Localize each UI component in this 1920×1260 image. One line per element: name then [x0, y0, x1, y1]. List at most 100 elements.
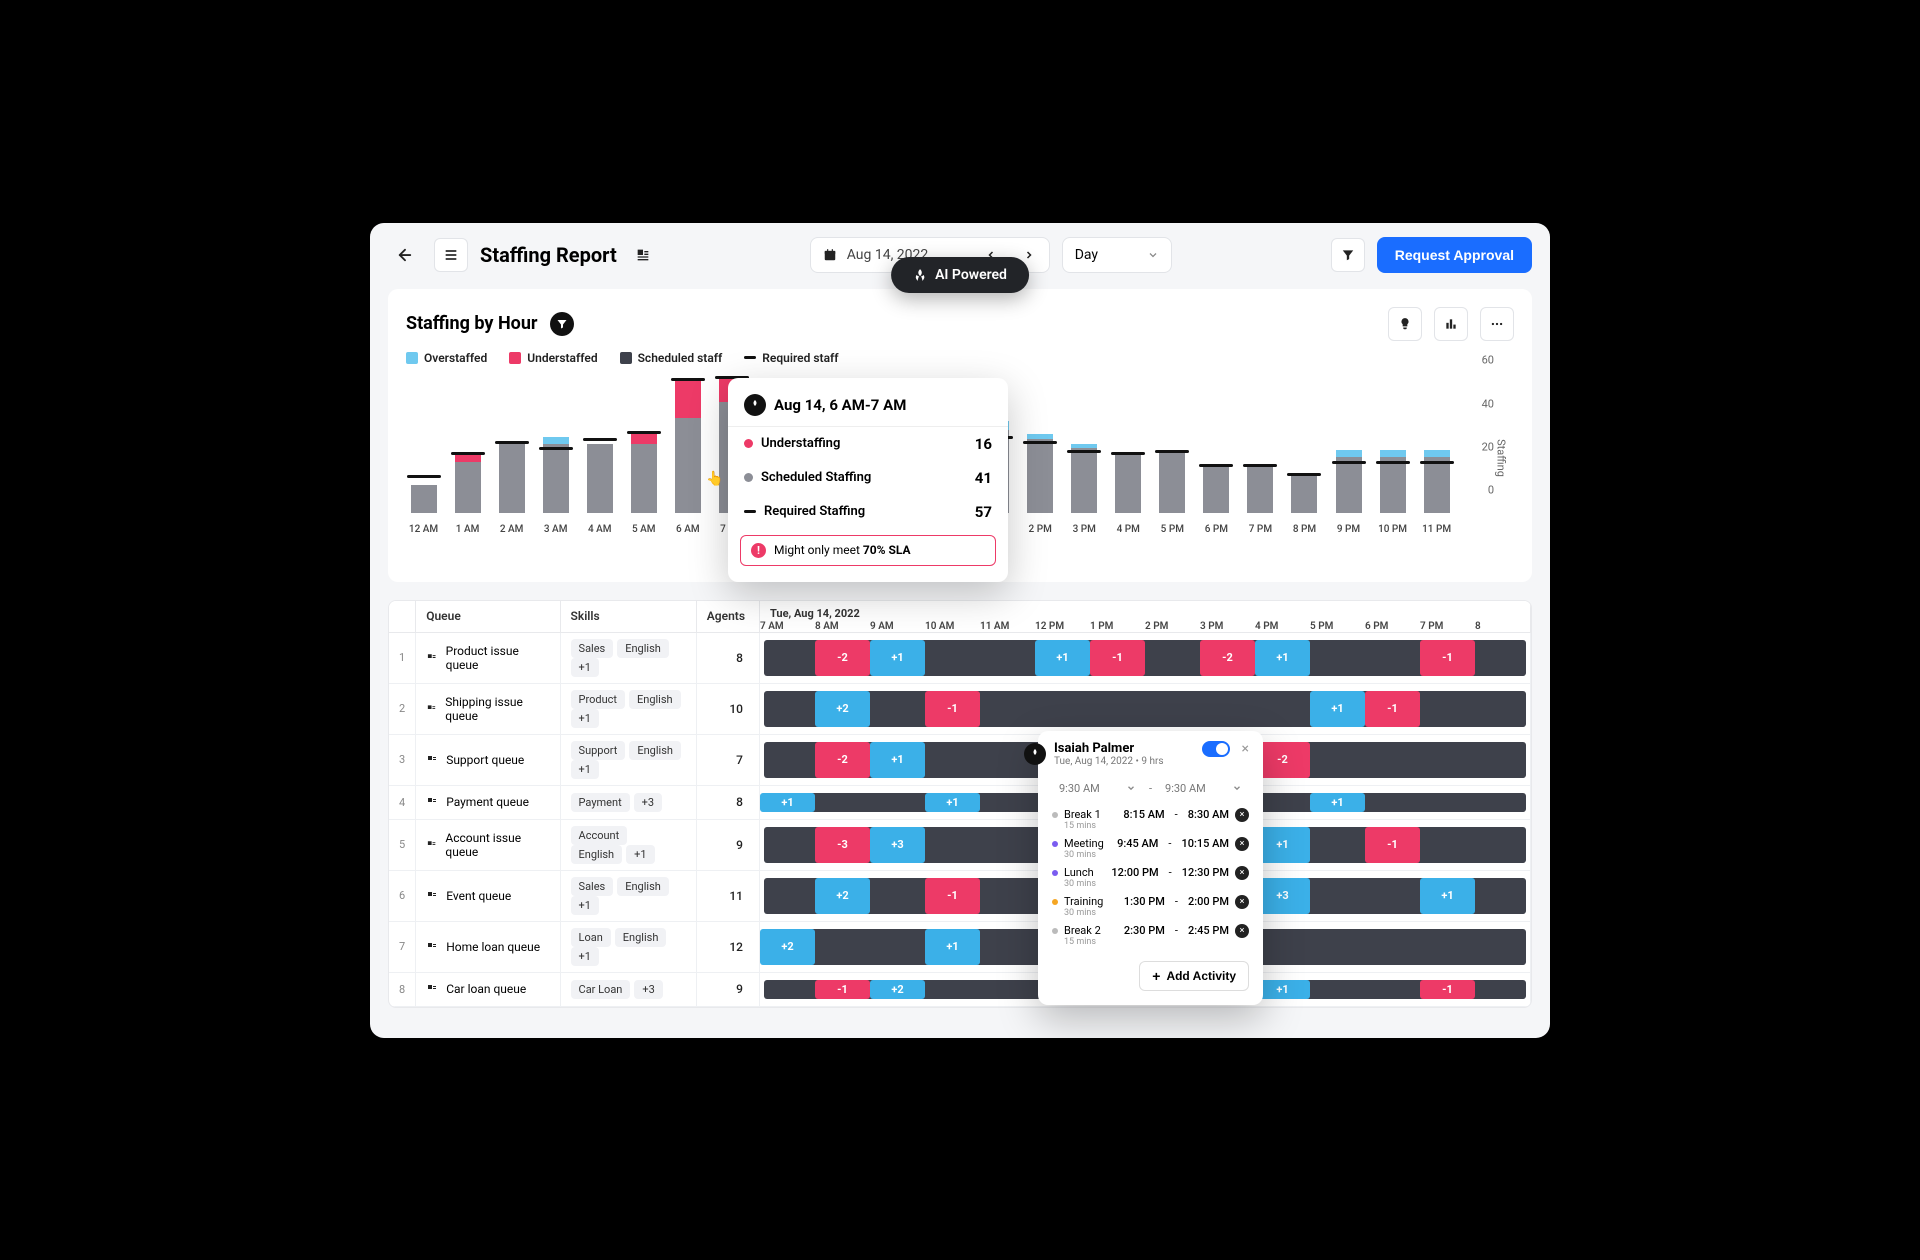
bar-18[interactable]	[1199, 467, 1234, 513]
timeline-pill[interactable]: -1	[925, 878, 980, 914]
delete-activity-icon[interactable]: ×	[1235, 895, 1249, 909]
bar-23[interactable]	[1419, 450, 1454, 512]
close-icon[interactable]: ×	[1242, 741, 1249, 757]
request-approval-button[interactable]: Request Approval	[1377, 237, 1532, 273]
bar-21[interactable]	[1331, 450, 1366, 512]
bar-4[interactable]	[582, 444, 617, 513]
timeline-pill[interactable]: -2	[1200, 640, 1255, 676]
timeline-pill[interactable]: +1	[1255, 640, 1310, 676]
row-number: 7	[389, 921, 416, 972]
x-label: 9 PM	[1331, 524, 1366, 535]
leaf-icon	[1024, 743, 1046, 765]
chart-filter-icon[interactable]	[550, 312, 574, 336]
timeline-pill[interactable]: -1	[1090, 640, 1145, 676]
x-label: 4 AM	[582, 524, 617, 535]
queue-cell[interactable]: Payment queue	[416, 785, 560, 819]
timeline-pill[interactable]: +3	[870, 827, 925, 863]
queue-cell[interactable]: Home loan queue	[416, 921, 560, 972]
activity-start[interactable]: 9:45 AM	[1117, 837, 1158, 850]
row-number: 2	[389, 683, 416, 734]
timeline-pill[interactable]: +1	[1255, 980, 1310, 999]
timeline-pill[interactable]: -1	[1420, 980, 1475, 999]
activity-end[interactable]: 2:45 PM	[1188, 924, 1229, 937]
timeline-pill[interactable]: +1	[1310, 793, 1365, 812]
timeline-pill[interactable]: +1	[1035, 640, 1090, 676]
menu-button[interactable]	[434, 238, 468, 272]
timeline-pill[interactable]: +2	[815, 691, 870, 727]
bar-17[interactable]	[1155, 453, 1190, 513]
timeline-pill[interactable]: -2	[815, 640, 870, 676]
queue-cell[interactable]: Account issue queue	[416, 819, 560, 870]
timeline-pill[interactable]: -1	[1365, 691, 1420, 727]
chart-legend: Overstaffed Understaffed Scheduled staff…	[406, 351, 1514, 365]
timeline-pill[interactable]: +2	[870, 980, 925, 999]
delete-activity-icon[interactable]: ×	[1235, 924, 1249, 938]
bar-6[interactable]	[670, 381, 705, 512]
delete-activity-icon[interactable]: ×	[1235, 866, 1249, 880]
timeline-cell[interactable]: +2-1+1-1	[760, 683, 1531, 734]
timeline-pill[interactable]: +1	[925, 929, 980, 965]
bar-0[interactable]	[406, 485, 441, 513]
queue-cell[interactable]: Event queue	[416, 870, 560, 921]
timeline-pill[interactable]: +2	[815, 878, 870, 914]
bar-5[interactable]	[626, 434, 661, 512]
queue-cell[interactable]: Product issue queue	[416, 632, 560, 683]
timeline-pill[interactable]: -1	[1365, 827, 1420, 863]
timeline-pill[interactable]: -1	[1420, 640, 1475, 676]
filter-button[interactable]	[1331, 238, 1365, 272]
timeline-pill[interactable]: -2	[1255, 742, 1310, 778]
add-activity-button[interactable]: +Add Activity	[1139, 961, 1249, 991]
legend-overstaffed: Overstaffed	[406, 351, 487, 365]
bar-1[interactable]	[450, 455, 485, 512]
activity-end[interactable]: 12:30 PM	[1182, 866, 1229, 879]
activity-start[interactable]: 8:15 AM	[1123, 808, 1164, 821]
delete-activity-icon[interactable]: ×	[1235, 808, 1249, 822]
bar-14[interactable]	[1023, 434, 1058, 512]
bar-2[interactable]	[494, 444, 529, 513]
insights-button[interactable]	[1388, 307, 1422, 341]
chart-type-button[interactable]	[1434, 307, 1468, 341]
timeline-pill[interactable]: -2	[815, 742, 870, 778]
delete-activity-icon[interactable]: ×	[1235, 837, 1249, 851]
timeline-pill[interactable]: -1	[815, 980, 870, 999]
y-axis-label: Staffing	[1495, 439, 1508, 477]
shift-start-select[interactable]: 9:30 AM	[1052, 777, 1143, 800]
agent-toggle[interactable]	[1202, 741, 1230, 757]
queue-cell[interactable]: Car loan queue	[416, 972, 560, 1006]
timeline-pill[interactable]: +1	[1310, 691, 1365, 727]
timeline-pill[interactable]: -3	[815, 827, 870, 863]
timeline-pill[interactable]: +1	[870, 640, 925, 676]
bar-20[interactable]	[1287, 476, 1322, 513]
timeline-pill[interactable]: +1	[1420, 878, 1475, 914]
bar-3[interactable]	[538, 437, 573, 513]
timeline-pill[interactable]: +1	[870, 742, 925, 778]
back-button[interactable]	[388, 238, 422, 272]
timeline-pill[interactable]: -1	[925, 691, 980, 727]
activity-end[interactable]: 8:30 AM	[1188, 808, 1229, 821]
timeline-pill[interactable]: +1	[1255, 827, 1310, 863]
timeline-pill[interactable]: +3	[1255, 878, 1310, 914]
timeline-pill[interactable]: +2	[760, 929, 815, 965]
timeline-cell[interactable]: -2+1+1-1-2+1-1	[760, 632, 1531, 683]
bar-19[interactable]	[1243, 467, 1278, 513]
queue-cell[interactable]: Support queue	[416, 734, 560, 785]
timeline-pill[interactable]: +1	[925, 793, 980, 812]
skill-pill: English	[617, 877, 669, 896]
legend-scheduled: Scheduled staff	[620, 351, 723, 365]
activity-start[interactable]: 1:30 PM	[1124, 895, 1165, 908]
chart-tooltip: Aug 14, 6 AM-7 AM Understaffing16Schedul…	[728, 378, 1008, 582]
granularity-select[interactable]: Day	[1062, 237, 1172, 273]
bar-16[interactable]	[1111, 455, 1146, 513]
activity-end[interactable]: 10:15 AM	[1181, 837, 1229, 850]
skill-pill: Product	[571, 690, 625, 709]
activity-start[interactable]: 2:30 PM	[1124, 924, 1165, 937]
activity-start[interactable]: 12:00 PM	[1111, 866, 1158, 879]
queue-cell[interactable]: Shipping issue queue	[416, 683, 560, 734]
bar-15[interactable]	[1067, 444, 1102, 513]
bar-22[interactable]	[1375, 450, 1410, 512]
timeline-pill[interactable]: +1	[760, 793, 815, 812]
time-col: 10 AM	[925, 601, 980, 632]
activity-end[interactable]: 2:00 PM	[1188, 895, 1229, 908]
more-button[interactable]	[1480, 307, 1514, 341]
shift-end-select[interactable]: 9:30 AM	[1158, 777, 1249, 800]
